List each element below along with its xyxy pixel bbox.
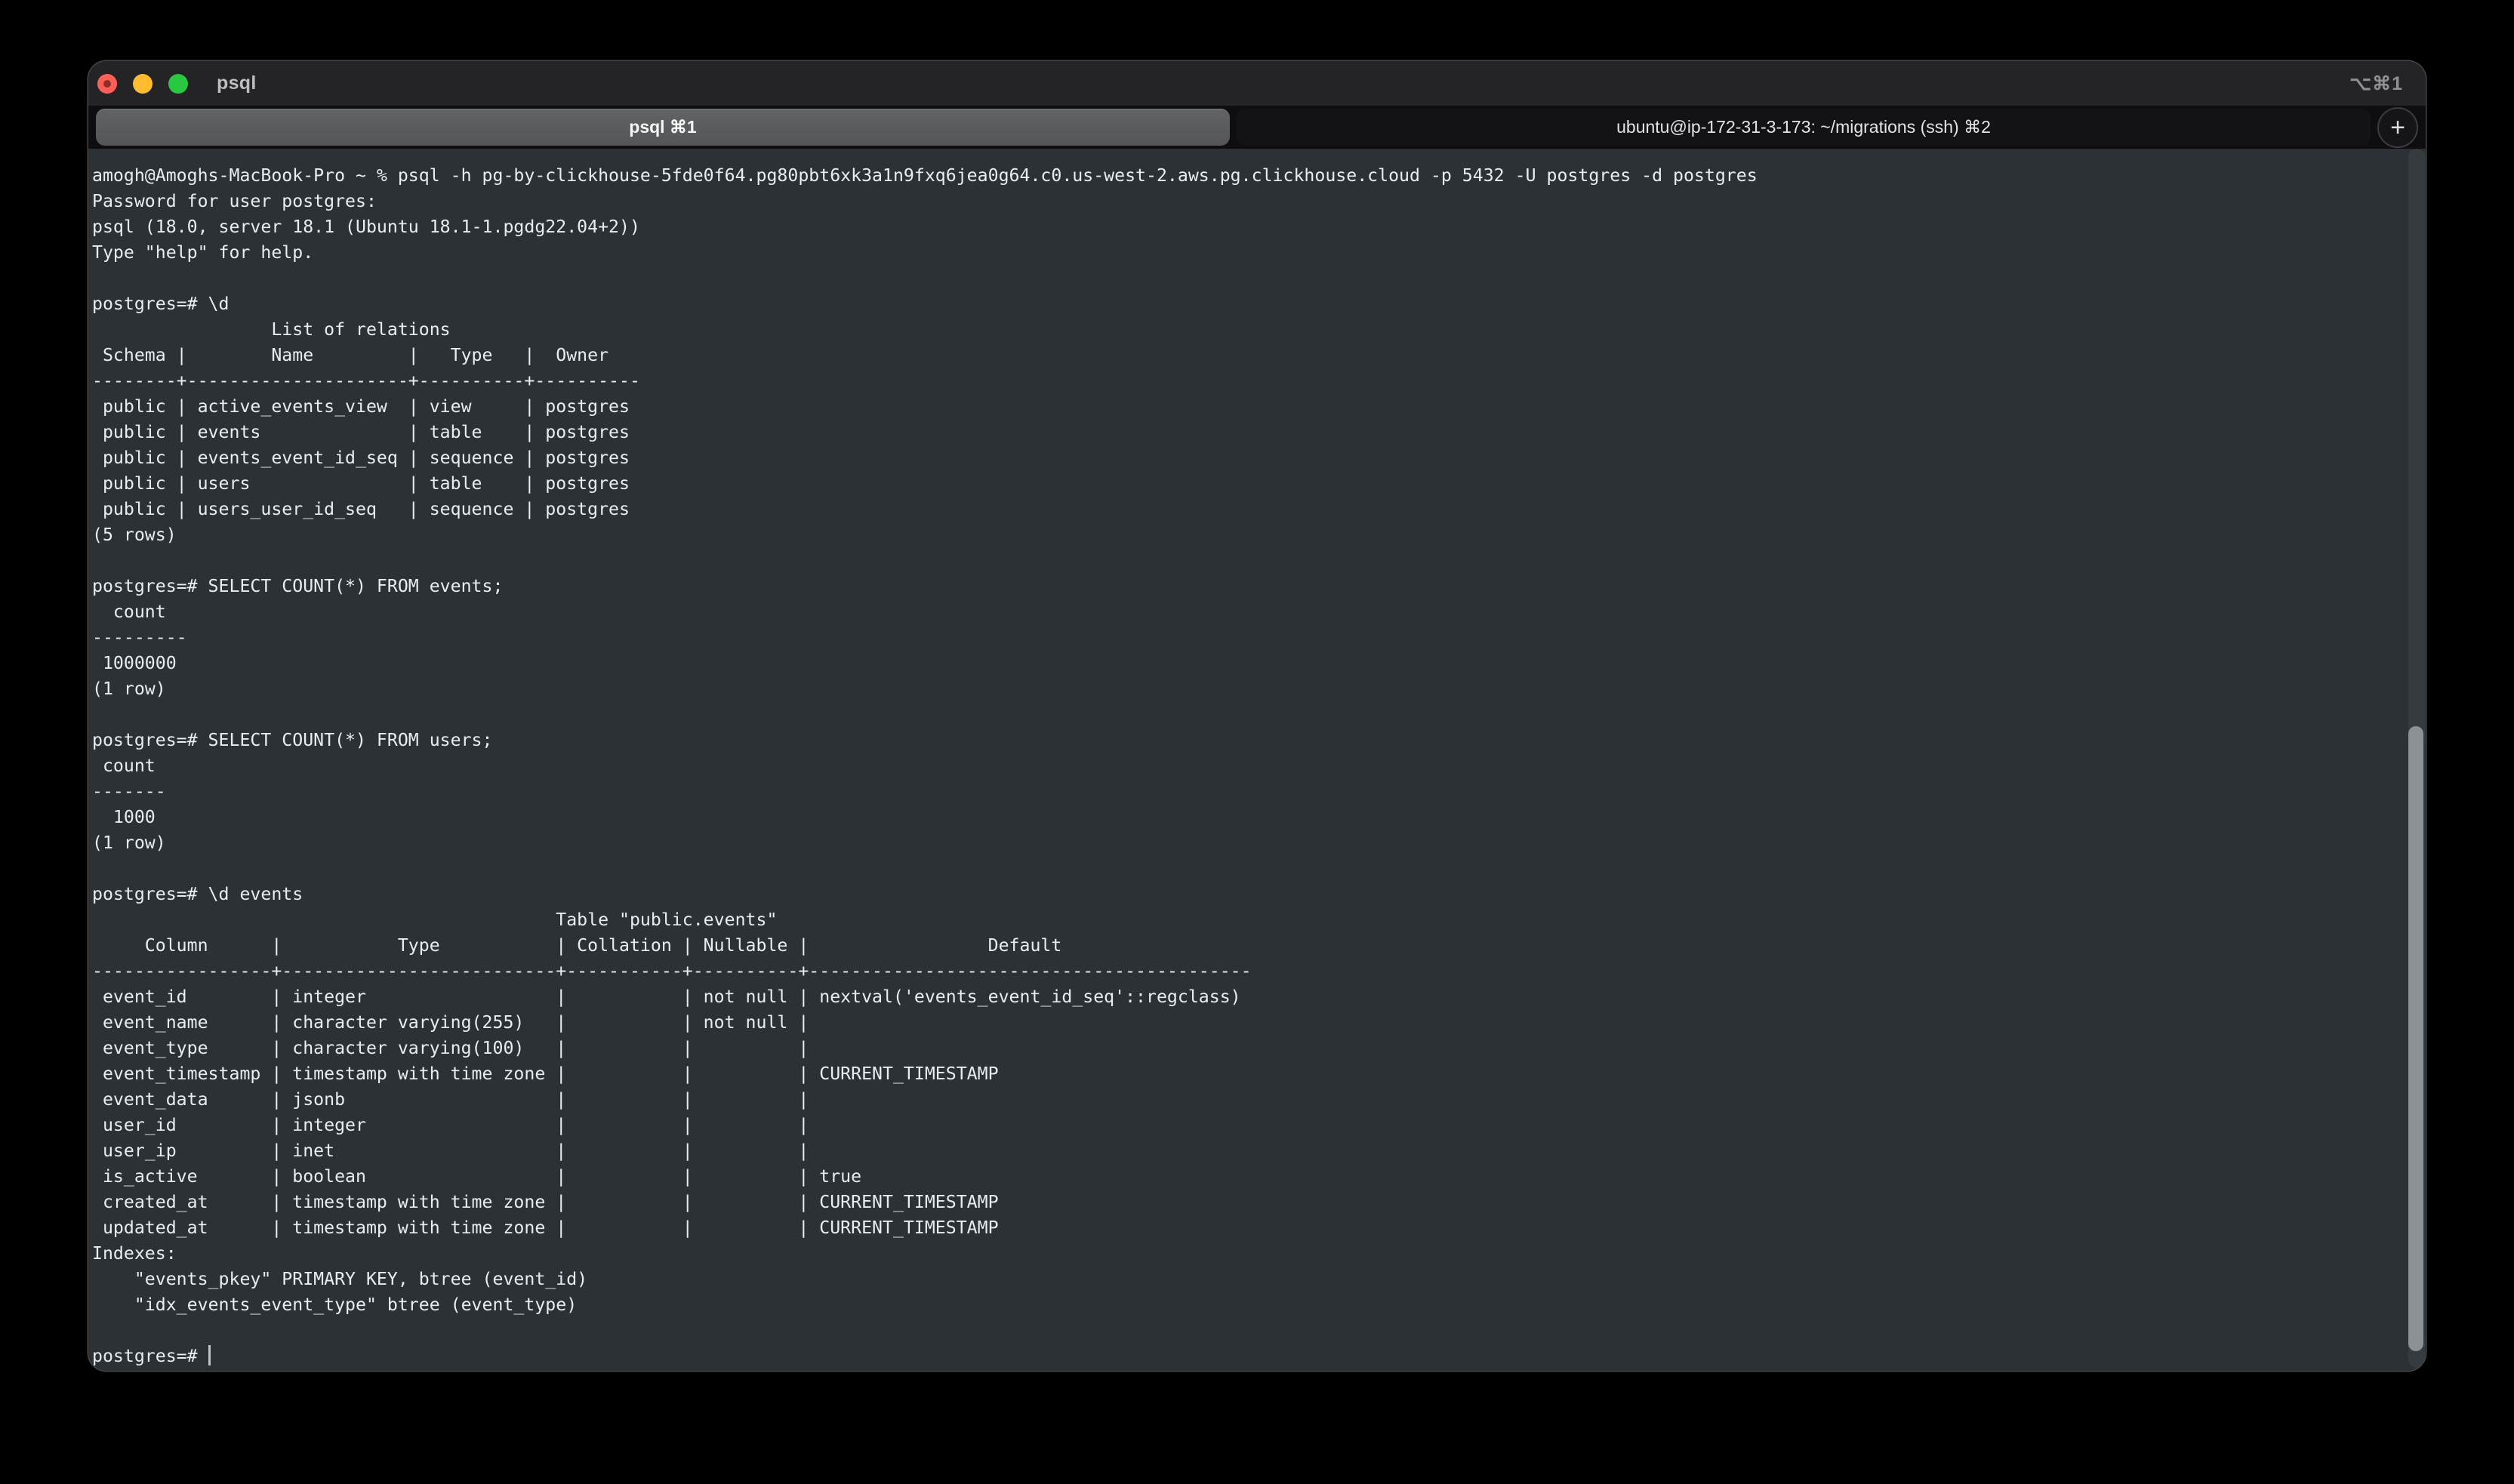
terminal-content[interactable]: amogh@Amoghs-MacBook-Pro ~ % psql -h pg-… [88,149,2426,1371]
tab-ssh-migrations[interactable]: ubuntu@ip-172-31-3-173: ~/migrations (ss… [1237,109,2371,146]
title-bar[interactable]: psql ⌥⌘1 [88,61,2426,106]
terminal-scrollback: amogh@Amoghs-MacBook-Pro ~ % psql -h pg-… [92,165,1758,1315]
terminal-output: amogh@Amoghs-MacBook-Pro ~ % psql -h pg-… [88,149,2426,1369]
window-title: psql [217,72,257,94]
terminal-window: psql ⌥⌘1 psql ⌘1 ubuntu@ip-172-31-3-173:… [88,61,2426,1371]
tab-bar: psql ⌘1 ubuntu@ip-172-31-3-173: ~/migrat… [88,106,2426,149]
minimize-button[interactable] [133,74,153,94]
scrollbar-track[interactable] [2408,149,2425,1368]
traffic-lights [97,74,188,94]
scrollbar-thumb[interactable] [2408,726,2423,1351]
close-button[interactable] [97,74,117,94]
tab-psql[interactable]: psql ⌘1 [96,109,1230,146]
zoom-button[interactable] [168,74,188,94]
new-tab-button[interactable]: + [2377,107,2418,148]
text-cursor [208,1345,211,1365]
window-shortcut-hint: ⌥⌘1 [2349,72,2403,95]
shell-prompt: postgres=# [92,1346,208,1366]
